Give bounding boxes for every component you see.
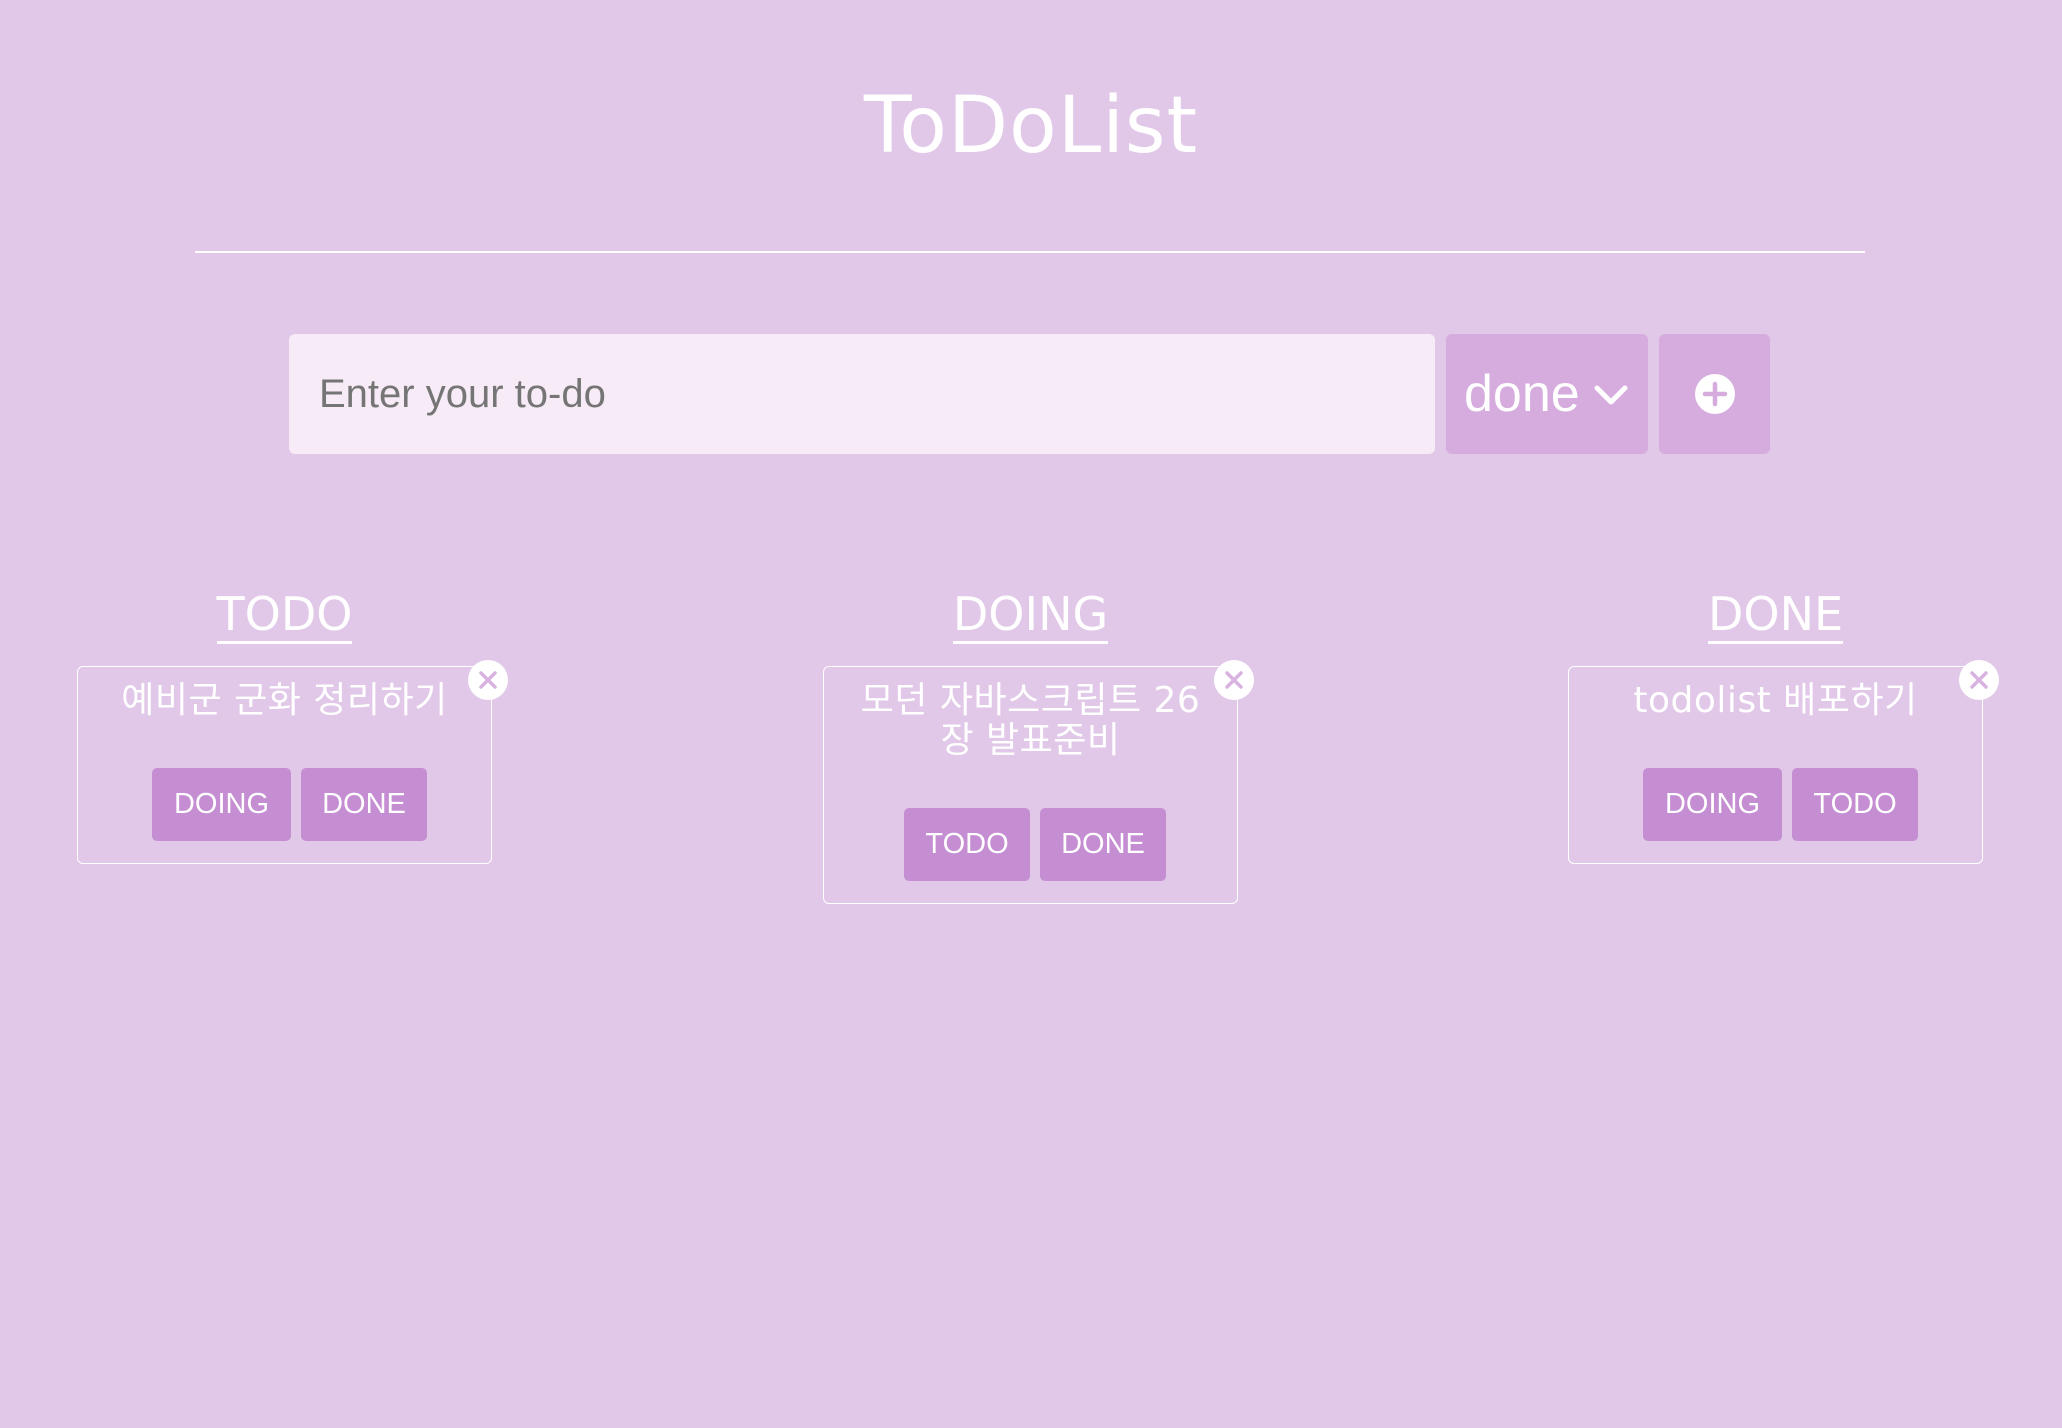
todo-card: 예비군 군화 정리하기 DOING DONE bbox=[77, 660, 508, 864]
close-icon bbox=[1225, 671, 1243, 689]
column-heading-todo-label: TODO bbox=[216, 587, 353, 644]
column-heading-done: DONE bbox=[1568, 586, 1983, 644]
status-select-value: done bbox=[1464, 365, 1580, 423]
card-text: todolist 배포하기 bbox=[1633, 680, 1918, 721]
move-to-doing-button[interactable]: DOING bbox=[1643, 768, 1782, 841]
card-text-line: 장 발표준비 bbox=[940, 720, 1121, 761]
column-heading-todo: TODO bbox=[77, 586, 492, 644]
card-text: 모던 자바스크립트 26 장 발표준비 bbox=[824, 681, 1237, 761]
card-text-line: 모던 자바스크립트 26 bbox=[860, 680, 1201, 721]
add-button[interactable] bbox=[1659, 334, 1770, 454]
plus-circle-icon bbox=[1694, 374, 1735, 414]
todo-card: 모던 자바스크립트 26 장 발표준비 TODO DONE bbox=[823, 660, 1254, 904]
delete-card-button[interactable] bbox=[1214, 660, 1254, 700]
column-heading-doing: DOING bbox=[823, 586, 1238, 644]
close-icon bbox=[479, 671, 497, 689]
move-to-todo-button[interactable]: TODO bbox=[1792, 768, 1918, 841]
move-to-todo-button[interactable]: TODO bbox=[904, 808, 1030, 881]
column-heading-doing-label: DOING bbox=[952, 587, 1109, 644]
todo-input[interactable] bbox=[289, 334, 1435, 454]
column-heading-done-label: DONE bbox=[1707, 587, 1844, 644]
chevron-down-icon bbox=[1594, 385, 1628, 405]
delete-card-button[interactable] bbox=[468, 660, 508, 700]
close-icon bbox=[1970, 671, 1988, 689]
move-to-doing-button[interactable]: DOING bbox=[152, 768, 291, 841]
header-divider bbox=[195, 251, 1865, 253]
card-text: 예비군 군화 정리하기 bbox=[121, 680, 448, 721]
move-to-done-button[interactable]: DONE bbox=[1040, 808, 1166, 881]
delete-card-button[interactable] bbox=[1959, 660, 1999, 700]
status-select[interactable]: done bbox=[1446, 334, 1648, 454]
todo-card: todolist 배포하기 DOING TODO bbox=[1568, 660, 1999, 864]
move-to-done-button[interactable]: DONE bbox=[301, 768, 427, 841]
page-title: ToDoList bbox=[863, 81, 1199, 171]
